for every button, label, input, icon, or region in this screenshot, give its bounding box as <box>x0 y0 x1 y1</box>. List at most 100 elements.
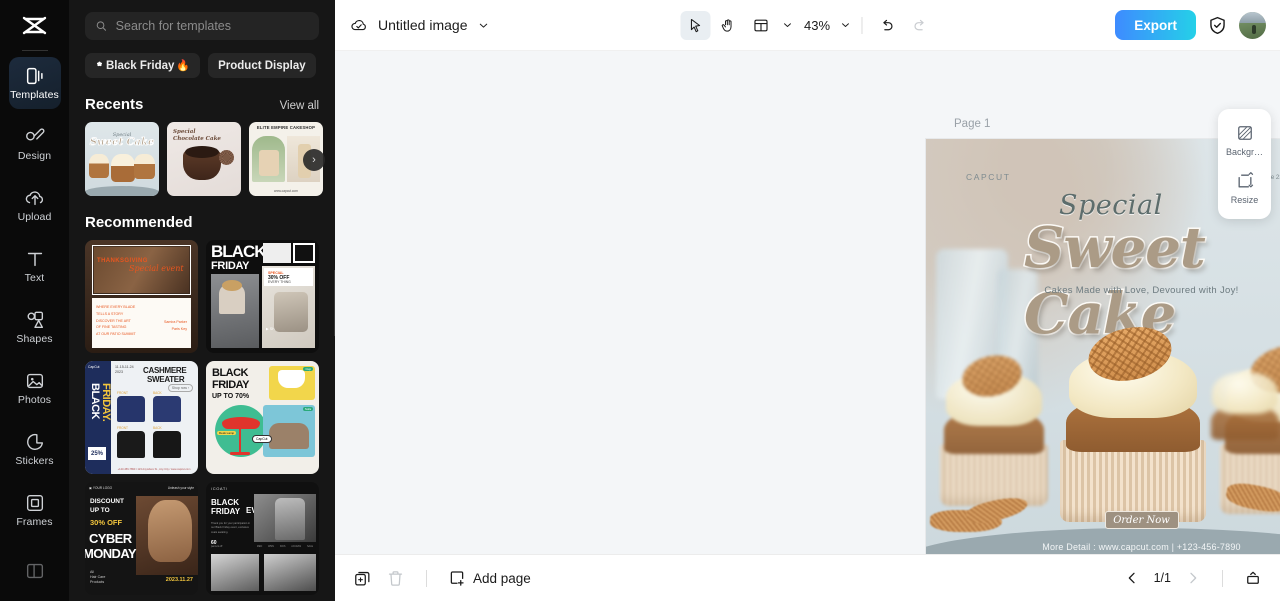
duplicate-page-icon <box>355 571 370 585</box>
sidebar-item-templates[interactable]: Templates <box>8 57 61 109</box>
next-page-button[interactable] <box>1185 570 1201 586</box>
template-card-black-friday-70[interactable]: BLACK FRIDAY UP TO 70% Cup Desk Lamp Sofa… <box>206 361 319 474</box>
sidebar-item-stickers[interactable]: Stickers <box>9 423 61 475</box>
prev-page-button[interactable] <box>1124 570 1140 586</box>
sidebar-item-label: Photos <box>17 394 52 407</box>
layout-tool-button[interactable] <box>746 11 776 40</box>
zoom-level-value[interactable]: 43% <box>804 18 830 33</box>
sidebar-item-frames[interactable]: Frames <box>9 484 61 536</box>
undo-icon <box>883 19 893 30</box>
sidebar-item-shapes[interactable]: Shapes <box>9 301 61 353</box>
recommended-header: Recommended <box>85 214 319 231</box>
cursor-arrow-icon <box>690 18 701 32</box>
sidebar-item-label: Design <box>17 150 52 163</box>
toolbar-center-tools: 43% <box>679 10 935 40</box>
artwork-order-now-button[interactable]: Order Now <box>1104 511 1179 529</box>
delete-page-icon <box>388 570 403 586</box>
cupcake-left <box>940 350 1048 506</box>
resize-button[interactable]: Resize <box>1218 164 1271 212</box>
sidebar-item-label: Shapes <box>16 333 53 346</box>
recents-view-all-link[interactable]: View all <box>280 100 319 112</box>
collapse-panel-button[interactable] <box>1244 569 1262 587</box>
duplicate-page-button[interactable] <box>353 569 372 588</box>
zoom-chevron-down-icon[interactable] <box>839 19 851 31</box>
bottom-divider <box>426 569 427 587</box>
chip-product-display[interactable]: Product Display <box>208 53 316 78</box>
recommended-title: Recommended <box>85 214 193 231</box>
template-card-cyber-monday[interactable]: ▣ YOUR LOGO Unleash your style DISCOUNT U… <box>85 482 198 595</box>
recommended-grid: THANKSGIVING Special event WHERE EVERY B… <box>85 240 319 595</box>
add-page-icon <box>450 571 464 586</box>
undo-button[interactable] <box>872 11 902 40</box>
sidebar-item-upload[interactable]: Upload <box>9 179 61 231</box>
document-title-group[interactable]: Untitled image <box>349 15 490 35</box>
bottom-right-divider <box>1222 569 1223 587</box>
chip-label: Black Friday <box>106 59 175 72</box>
bottom-toolbar: Add page 1/1 <box>335 554 1280 601</box>
sidebar-item-more[interactable] <box>9 545 61 597</box>
template-card-black-friday-event[interactable]: /COAT/ BLACKFRIDAY EVENT Thank you for y… <box>206 482 319 595</box>
photos-icon <box>26 374 43 389</box>
background-button[interactable]: Backgr… <box>1218 116 1271 164</box>
shield-check-icon <box>1210 16 1225 34</box>
add-page-button[interactable]: Add page <box>448 569 531 587</box>
sidebar-item-text[interactable]: Text <box>9 240 61 292</box>
upload-icon <box>25 191 43 206</box>
capcut-editor: Templates Design Upload Text Shapes Phot… <box>0 0 1280 601</box>
canvas-stage[interactable]: Page 1 CAPCUT Store: Some Place 23 St. A… <box>335 51 1280 554</box>
recents-header: Recents View all <box>85 96 319 113</box>
toolbar-right-group: Export <box>1115 10 1266 40</box>
cupcake-back <box>1208 356 1280 440</box>
panel-collapse-handle[interactable]: ‹ <box>334 270 335 336</box>
category-chips: Black Friday 🔥 Product Display <box>85 53 319 78</box>
cloud-saved-icon <box>351 20 366 31</box>
hand-icon <box>721 18 732 32</box>
redo-icon <box>914 19 924 30</box>
sidebar-item-design[interactable]: Design <box>9 118 61 170</box>
shield-check-button[interactable] <box>1207 15 1228 36</box>
recents-row: Special Sweet Cake Special Chocolate Cake… <box>85 122 325 196</box>
chip-label: Product Display <box>218 59 306 72</box>
recents-next-button[interactable]: › <box>303 149 325 171</box>
templates-panel: Black Friday 🔥 Product Display Recents V… <box>69 0 335 601</box>
page-indicator: 1/1 <box>1153 571 1171 585</box>
cupcake-center <box>1060 319 1206 522</box>
capcut-logo[interactable] <box>0 0 69 50</box>
frames-icon <box>26 495 43 512</box>
hand-tool-button[interactable] <box>713 11 743 40</box>
template-card-black-friday-30[interactable]: BLACK FRIDAY SPECIAL 30% OFF EVERY THING… <box>206 240 319 353</box>
template-card-chocolate-cake[interactable]: Special Chocolate Cake <box>167 122 241 196</box>
template-card-sweet-cake[interactable]: Special Sweet Cake <box>85 122 159 196</box>
artwork-cupcakes-photo <box>926 266 1280 536</box>
select-tool-button[interactable] <box>679 10 710 40</box>
left-rail: Templates Design Upload Text Shapes Phot… <box>0 0 69 601</box>
recents-title: Recents <box>85 96 144 113</box>
layout-icon <box>754 19 768 31</box>
sidebar-item-label: Stickers <box>15 455 54 468</box>
document-name[interactable]: Untitled image <box>378 17 468 33</box>
rail-divider <box>21 50 48 51</box>
template-card-thanksgiving[interactable]: THANKSGIVING Special event WHERE EVERY B… <box>85 240 198 353</box>
text-icon <box>27 253 42 267</box>
export-button[interactable]: Export <box>1115 10 1196 40</box>
collapse-panel-icon <box>1247 571 1259 584</box>
delete-page-button[interactable] <box>386 569 405 588</box>
redo-button[interactable] <box>905 11 935 40</box>
bottom-right-group: 1/1 <box>1124 569 1262 587</box>
bottom-left-group: Add page <box>353 569 531 588</box>
capcut-logo-icon <box>22 16 47 34</box>
avatar[interactable] <box>1239 11 1266 39</box>
search-box[interactable] <box>85 12 319 40</box>
artwork-brand-logo[interactable]: CAPCUT <box>966 172 1011 182</box>
templates-icon <box>26 68 43 85</box>
search-icon <box>96 21 107 31</box>
clover-icon <box>96 61 103 69</box>
layout-chevron-down-icon[interactable] <box>781 19 793 31</box>
chip-black-friday[interactable]: Black Friday 🔥 <box>85 53 201 78</box>
artwork-footer-text: More Detail : www.capcut.com | +123-456-… <box>1042 542 1241 552</box>
template-card-cashmere-sweater[interactable]: CapCut BLACK FRIDAY. 25% 11.15-11.24 2023… <box>85 361 198 474</box>
sidebar-item-label: Templates <box>10 89 59 102</box>
sidebar-item-photos[interactable]: Photos <box>9 362 61 414</box>
chevron-down-icon[interactable] <box>477 19 490 32</box>
search-input[interactable] <box>115 19 309 33</box>
